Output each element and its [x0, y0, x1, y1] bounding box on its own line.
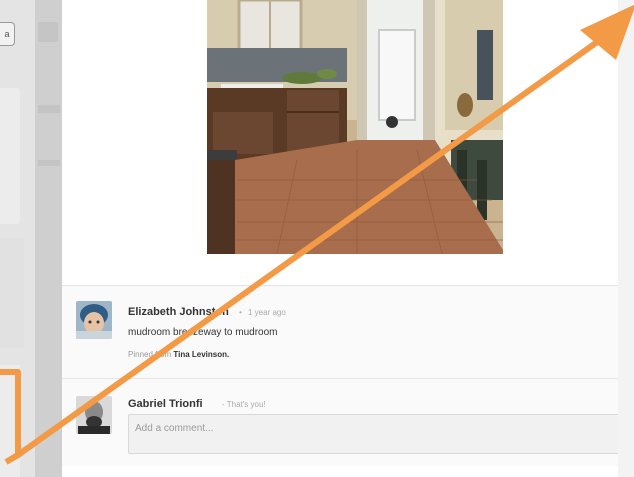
- avatar[interactable]: [76, 301, 112, 339]
- left-card: [0, 365, 20, 477]
- source-prefix: Pinned from: [128, 350, 172, 359]
- composer-author[interactable]: Gabriel Trionfi: [128, 398, 203, 410]
- divider: [62, 378, 634, 379]
- ghost-line: [38, 160, 60, 166]
- comment-separator: •: [239, 308, 242, 317]
- comment-text: mudroom breezeway to mudroom: [128, 327, 278, 338]
- comment-source: Pinned from Tina Levinson.: [128, 350, 229, 359]
- ghost-icon: [38, 22, 58, 42]
- left-tab-button[interactable]: a: [0, 22, 15, 46]
- add-comment-input[interactable]: [128, 414, 630, 454]
- left-card: [0, 88, 20, 224]
- composer-note: - That's you!: [222, 400, 266, 409]
- pin-image[interactable]: [207, 0, 503, 254]
- left-card: [0, 238, 24, 348]
- avatar[interactable]: [76, 396, 112, 434]
- left-panel: a: [0, 0, 62, 477]
- comment-author[interactable]: Elizabeth Johnston: [128, 306, 229, 318]
- right-edge: [618, 0, 634, 477]
- source-link[interactable]: Tina Levinson.: [173, 350, 229, 359]
- pin-detail-panel: Elizabeth Johnston • 1 year ago mudroom …: [62, 0, 634, 477]
- left-gutter: [35, 0, 62, 477]
- ghost-line: [38, 105, 60, 113]
- comment-time: 1 year ago: [248, 308, 286, 317]
